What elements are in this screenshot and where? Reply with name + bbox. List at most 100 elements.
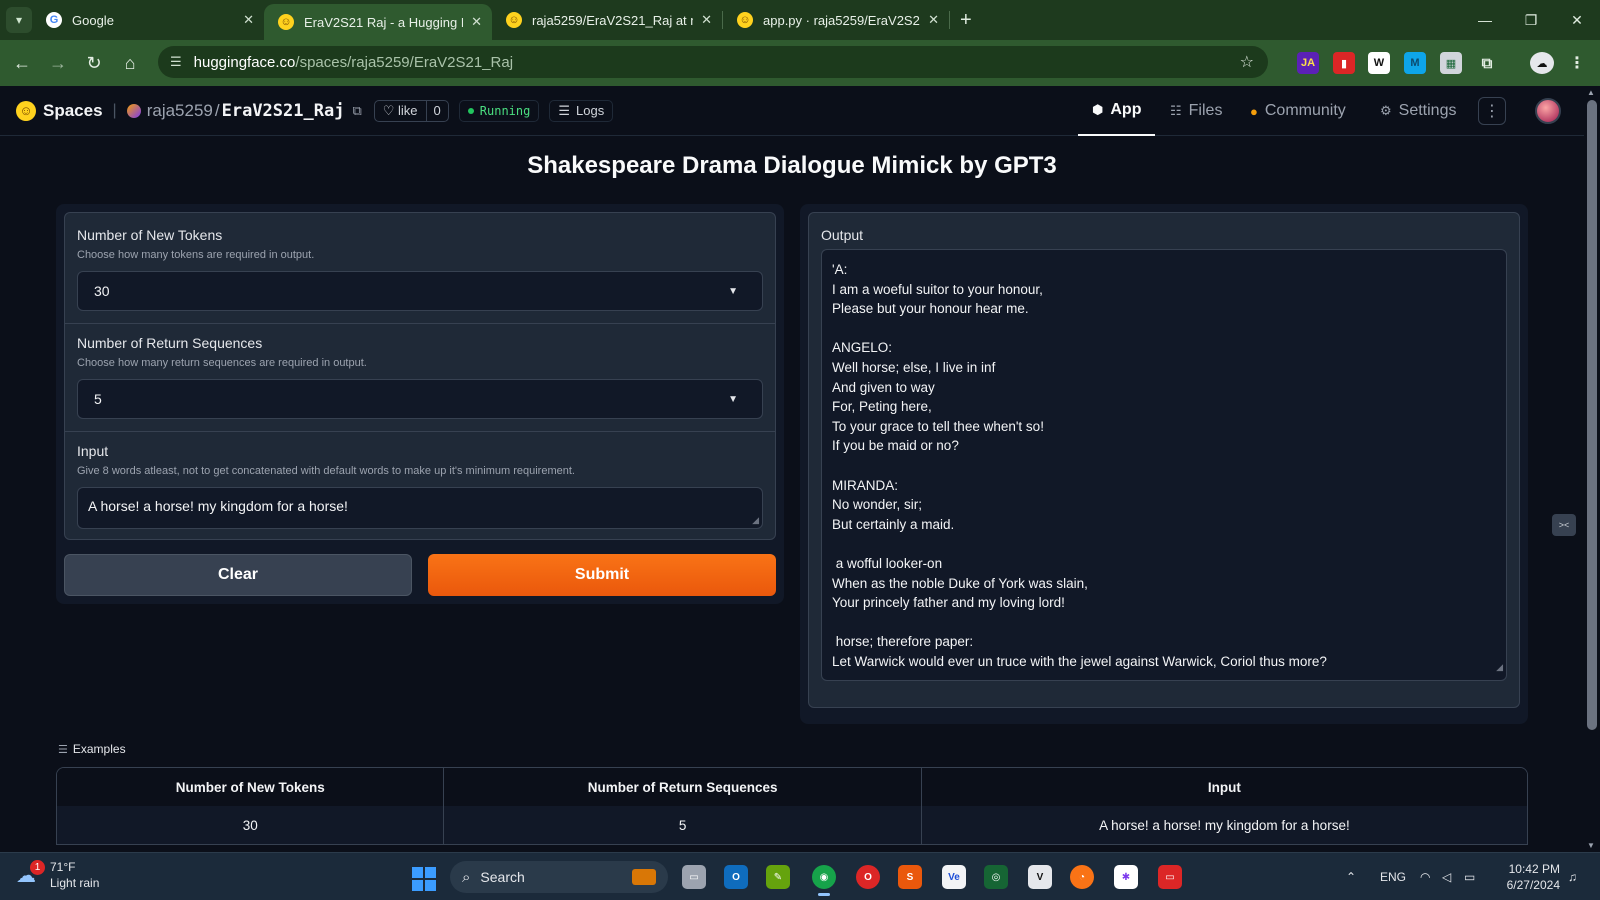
bookmark-star-icon[interactable]: ☆ [1240,52,1254,72]
window-close-icon[interactable]: ✕ [1554,0,1600,40]
divider [65,431,775,432]
extension-bookmark-icon[interactable]: ▮ [1333,52,1355,74]
forward-arrow-icon[interactable]: → [40,45,76,81]
browser-menu-icon[interactable]: ⋮ [1566,52,1588,74]
slack-icon[interactable]: ✱ [1114,865,1138,889]
clock-date: 6/27/2024 [1506,878,1560,892]
notification-bell-icon[interactable]: ♫ [1568,853,1577,900]
heart-icon: ♡ [382,102,395,118]
status-dot-icon [467,107,474,114]
address-bar[interactable]: ☰ huggingface.co/spaces/raja5259/EraV2S2… [158,46,1268,78]
firefox-icon[interactable]: ◔ [1070,865,1094,889]
extensions-puzzle-icon[interactable]: ⧉ [1476,52,1498,74]
red-app-icon[interactable]: ▭ [1158,865,1182,889]
back-arrow-icon[interactable]: ← [4,45,40,81]
close-icon[interactable]: ✕ [693,12,712,28]
page-scrollbar[interactable]: ▲ ▼ [1584,86,1600,852]
language-indicator[interactable]: ENG [1380,853,1406,900]
site-info-icon[interactable]: ☰ [170,54,182,70]
restore-icon[interactable]: ❐ [1508,0,1554,40]
table-row[interactable]: 30 5 A horse! a horse! my kingdom for a … [57,806,1527,844]
browser-tab-google[interactable]: G Google ✕ [32,0,264,40]
output-textbox[interactable]: 'A: I am a woeful suitor to your honour,… [821,249,1507,681]
logs-icon: ☰ [558,102,570,118]
hf-space-header: ☺ Spaces | raja5259 / EraV2S21_Raj ⧉ ♡ l… [0,86,1584,136]
resize-handle-icon[interactable]: ◢ [1496,658,1503,678]
huggingface-logo-icon[interactable]: ☺ [16,100,36,121]
home-icon[interactable]: ⌂ [112,45,148,81]
table-cell[interactable]: A horse! a horse! my kingdom for a horse… [922,806,1527,844]
resize-handle-icon[interactable]: ◢ [752,515,759,526]
tab-app[interactable]: ⬢ App [1078,86,1156,136]
table-cell[interactable]: 5 [444,806,922,844]
submit-button[interactable]: Submit [428,554,776,596]
scroll-up-icon[interactable]: ▲ [1587,88,1595,97]
tokens-value: 30 [94,283,110,299]
tab-app-label: App [1110,101,1142,118]
table-cell[interactable]: 30 [57,806,445,844]
spaces-link[interactable]: Spaces [43,101,103,121]
input-textarea[interactable]: A horse! a horse! my kingdom for a horse… [77,487,763,529]
outlook-icon[interactable]: O [724,865,748,889]
browser-tab-strip: ▾ G Google ✕ ☺ EraV2S21 Raj - a Hugging … [0,0,1600,40]
browser-tab-space[interactable]: ☺ EraV2S21 Raj - a Hugging Face ✕ [264,4,492,40]
minimize-icon[interactable]: — [1462,0,1508,40]
sublime-icon[interactable]: S [898,865,922,889]
vs-icon[interactable]: Ve [942,865,966,889]
like-button[interactable]: ♡ like 0 [373,99,449,122]
input-panel: Number of New Tokens Choose how many tok… [56,204,784,604]
battery-icon[interactable]: ▭ [1464,853,1475,900]
extension-image-icon[interactable]: ▦ [1440,52,1462,74]
extension-ja-icon[interactable]: JA [1297,52,1319,74]
wifi-icon[interactable]: ◠ [1420,853,1430,900]
task-view-icon[interactable]: ▭ [682,865,706,889]
input-form: Number of New Tokens Choose how many tok… [64,212,776,540]
notepad-icon[interactable]: ✎ [766,865,790,889]
table-header-row: Number of New Tokens Number of Return Se… [57,768,1527,806]
eye-app-icon[interactable]: ◎ [984,865,1008,889]
profile-avatar[interactable]: ☁ [1530,52,1554,74]
close-icon[interactable]: ✕ [463,14,482,30]
tokens-dropdown[interactable]: 30 ▼ [77,271,763,311]
extension-w-icon[interactable]: W [1368,52,1390,74]
scroll-down-icon[interactable]: ▼ [1587,841,1595,850]
column-header: Input [1207,779,1241,795]
side-widget-icon[interactable]: >< [1552,514,1576,536]
sequences-dropdown[interactable]: 5 ▼ [77,379,763,419]
windows-start-icon[interactable] [412,867,436,891]
user-avatar[interactable] [1535,98,1561,124]
browser-tab-app-py[interactable]: ☺ app.py · raja5259/EraV2S21_Ra ✕ [723,0,949,40]
logs-button[interactable]: ☰ Logs [549,99,614,122]
browser-tab-repo[interactable]: ☺ raja5259/EraV2S21_Raj at main ✕ [492,0,722,40]
tab-divider [949,11,950,29]
copy-icon[interactable]: ⧉ [352,103,361,119]
volume-icon[interactable]: ◁ [1442,853,1451,900]
more-options-icon[interactable]: ⋮ [1478,97,1506,125]
tray-chevron-icon[interactable]: ⌃ [1346,853,1356,900]
owner-link[interactable]: raja5259 [147,101,213,121]
weather-widget[interactable]: ☁ 1 71°F Light rain [16,859,99,891]
new-tab-icon[interactable]: + [960,9,972,32]
chrome-icon[interactable]: ◉ [812,865,836,896]
repo-name[interactable]: EraV2S21_Raj [222,101,345,121]
close-icon[interactable]: ✕ [920,12,939,28]
tab-files[interactable]: ☷ Files [1170,86,1222,136]
reload-icon[interactable]: ↻ [76,45,112,81]
column-header: Number of New Tokens [57,768,445,806]
extension-m-icon[interactable]: M [1404,52,1426,74]
examples-label: Examples [72,742,126,756]
taskbar-search[interactable]: ⌕ Search [450,861,668,893]
dropdown-caret-icon: ▼ [728,285,738,297]
tab-settings[interactable]: ⚙ Settings [1380,86,1456,136]
weather-desc: Light rain [50,876,100,890]
opera-icon[interactable]: O [856,865,880,889]
tab-search-button[interactable]: ▾ [6,7,32,33]
tokens-label: Number of New Tokens [77,227,223,243]
tab-community[interactable]: ● Community [1250,86,1346,136]
clear-button[interactable]: Clear [64,554,412,596]
close-icon[interactable]: ✕ [235,12,254,28]
vnc-icon[interactable]: V [1028,865,1052,889]
scrollbar-thumb[interactable] [1587,100,1597,730]
taskbar-clock[interactable]: 10:42 PM 6/27/2024 [1498,861,1560,893]
owner-avatar [126,103,141,118]
